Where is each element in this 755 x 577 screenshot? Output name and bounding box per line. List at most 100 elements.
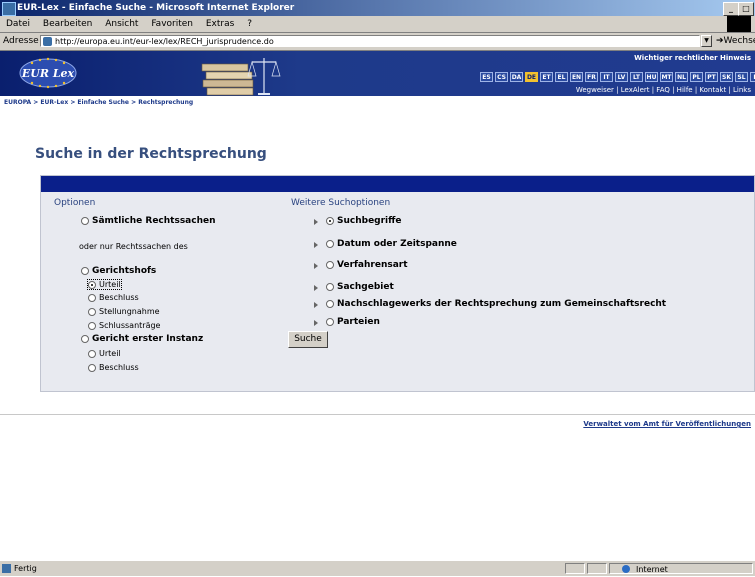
more-option-nachschlagewerk[interactable]: Nachschlagewerks der Rechtsprechung zum … xyxy=(326,299,666,309)
menu-extras[interactable]: Extras xyxy=(206,19,234,29)
eurlex-header: EUR Lex Wichtiger rechtlicher Hinweis ES… xyxy=(0,51,755,96)
radio-icon[interactable] xyxy=(81,267,89,275)
radio-icon[interactable] xyxy=(81,335,89,343)
search-panel: Optionen Sämtliche Rechtssachen oder nur… xyxy=(40,175,755,392)
page-icon xyxy=(2,564,11,573)
legal-notice-link[interactable]: Wichtiger rechtlicher Hinweis xyxy=(634,54,751,62)
address-input[interactable]: http://europa.eu.int/eur-lex/lex/RECH_ju… xyxy=(40,35,700,47)
menu-help[interactable]: ? xyxy=(247,19,252,29)
lang-fi[interactable]: FI xyxy=(750,72,755,82)
search-button[interactable]: Suche xyxy=(288,331,328,348)
radio-icon[interactable] xyxy=(88,321,96,330)
option-all-cases[interactable]: Sämtliche Rechtssachen xyxy=(81,216,216,226)
label: Verfahrensart xyxy=(337,260,408,270)
radio-icon[interactable] xyxy=(88,293,96,302)
eurlex-logo-icon[interactable]: EUR Lex xyxy=(16,55,80,91)
language-selector: ESCSDADEETELENFRITLVLTHUMTNLPLPTSKSLFISV xyxy=(480,72,755,82)
lang-et[interactable]: ET xyxy=(540,72,553,82)
status-text: Fertig xyxy=(14,564,37,573)
label: Suchbegriffe xyxy=(337,216,402,226)
expand-arrow-icon[interactable] xyxy=(314,302,318,308)
minimize-button[interactable]: _ xyxy=(723,2,739,16)
lang-nl[interactable]: NL xyxy=(675,72,688,82)
svg-text:EUR Lex: EUR Lex xyxy=(21,67,75,80)
address-label: Adresse xyxy=(3,36,39,46)
more-option-parteien[interactable]: Parteien xyxy=(326,317,380,327)
lang-el[interactable]: EL xyxy=(555,72,568,82)
lang-fr[interactable]: FR xyxy=(585,72,598,82)
option-court-beschluss[interactable]: Beschluss xyxy=(88,293,139,302)
lang-it[interactable]: IT xyxy=(600,72,613,82)
lang-lv[interactable]: LV xyxy=(615,72,628,82)
lang-hu[interactable]: HU xyxy=(645,72,658,82)
radio-checked-icon[interactable] xyxy=(88,280,96,289)
label: Stellungnahme xyxy=(99,307,160,316)
label: Sachgebiet xyxy=(337,282,394,292)
more-option-suchbegriffe[interactable]: Suchbegriffe xyxy=(326,216,402,226)
panel-header-bar xyxy=(41,176,754,192)
option-court-label: Gerichtshofs xyxy=(92,266,157,276)
option-court-stellungnahme[interactable]: Stellungnahme xyxy=(88,307,160,316)
lang-sk[interactable]: SK xyxy=(720,72,733,82)
option-fi-beschluss[interactable]: Beschluss xyxy=(88,363,139,372)
maximize-button[interactable]: □ xyxy=(738,2,754,16)
lang-es[interactable]: ES xyxy=(480,72,493,82)
menu-favoriten[interactable]: Favoriten xyxy=(151,19,193,29)
expand-arrow-icon[interactable] xyxy=(314,285,318,291)
option-fi-urteil[interactable]: Urteil xyxy=(88,349,121,358)
radio-icon[interactable] xyxy=(81,217,89,225)
lang-da[interactable]: DA xyxy=(510,72,523,82)
lang-de[interactable]: DE xyxy=(525,72,538,82)
address-dropdown-icon[interactable]: ▼ xyxy=(701,35,712,47)
label: Beschluss xyxy=(99,363,139,372)
options-title: Optionen xyxy=(54,198,96,208)
lang-cs[interactable]: CS xyxy=(495,72,508,82)
address-url: http://europa.eu.int/eur-lex/lex/RECH_ju… xyxy=(55,37,274,46)
menu-datei[interactable]: Datei xyxy=(6,19,30,29)
label: Parteien xyxy=(337,317,380,327)
lang-en[interactable]: EN xyxy=(570,72,583,82)
option-first-instance[interactable]: Gericht erster Instanz xyxy=(81,334,203,344)
windows-logo-icon xyxy=(727,16,751,32)
more-option-sachgebiet[interactable]: Sachgebiet xyxy=(326,282,394,292)
radio-icon[interactable] xyxy=(88,307,96,316)
expand-arrow-icon[interactable] xyxy=(314,320,318,326)
top-links[interactable]: Wegweiser | LexAlert | FAQ | Hilfe | Kon… xyxy=(576,86,751,94)
radio-icon[interactable] xyxy=(326,261,334,269)
menu-ansicht[interactable]: Ansicht xyxy=(105,19,138,29)
radio-icon[interactable] xyxy=(326,240,334,248)
lang-pt[interactable]: PT xyxy=(705,72,718,82)
more-option-verfahrensart[interactable]: Verfahrensart xyxy=(326,260,408,270)
lang-lt[interactable]: LT xyxy=(630,72,643,82)
radio-icon[interactable] xyxy=(326,318,334,326)
status-segment xyxy=(587,563,607,574)
option-court-urteil[interactable]: Urteil xyxy=(87,279,122,290)
expand-arrow-icon[interactable] xyxy=(314,242,318,248)
radio-checked-icon[interactable] xyxy=(326,217,334,225)
option-court[interactable]: Gerichtshofs xyxy=(81,266,156,276)
lang-sl[interactable]: SL xyxy=(735,72,748,82)
lang-mt[interactable]: MT xyxy=(660,72,673,82)
radio-icon[interactable] xyxy=(326,300,334,308)
status-bar: Fertig Internet xyxy=(0,560,755,576)
window-title: EUR-Lex - Einfache Suche - Microsoft Int… xyxy=(17,3,295,13)
menu-bearbeiten[interactable]: Bearbeiten xyxy=(43,19,92,29)
globe-icon xyxy=(622,565,630,573)
more-option-datum[interactable]: Datum oder Zeitspanne xyxy=(326,239,457,249)
label: Nachschlagewerks der Rechtsprechung zum … xyxy=(337,299,667,309)
expand-arrow-icon[interactable] xyxy=(314,219,318,225)
footer-divider xyxy=(0,414,755,415)
radio-icon[interactable] xyxy=(88,349,96,358)
address-bar: Adresse http://europa.eu.int/eur-lex/lex… xyxy=(0,33,755,63)
label: Schlussanträge xyxy=(99,321,161,330)
expand-arrow-icon[interactable] xyxy=(314,263,318,269)
radio-icon[interactable] xyxy=(88,363,96,372)
publications-office-link[interactable]: Verwaltet vom Amt für Veröffentlichungen xyxy=(583,420,751,428)
page-title: Suche in der Rechtsprechung xyxy=(35,146,267,162)
option-court-schlussantraege[interactable]: Schlussanträge xyxy=(88,321,160,330)
radio-icon[interactable] xyxy=(326,283,334,291)
option-all-cases-label: Sämtliche Rechtssachen xyxy=(92,216,216,226)
lang-pl[interactable]: PL xyxy=(690,72,703,82)
status-segment xyxy=(565,563,585,574)
breadcrumb[interactable]: EUROPA > EUR-Lex > Einfache Suche > Rech… xyxy=(4,99,193,106)
